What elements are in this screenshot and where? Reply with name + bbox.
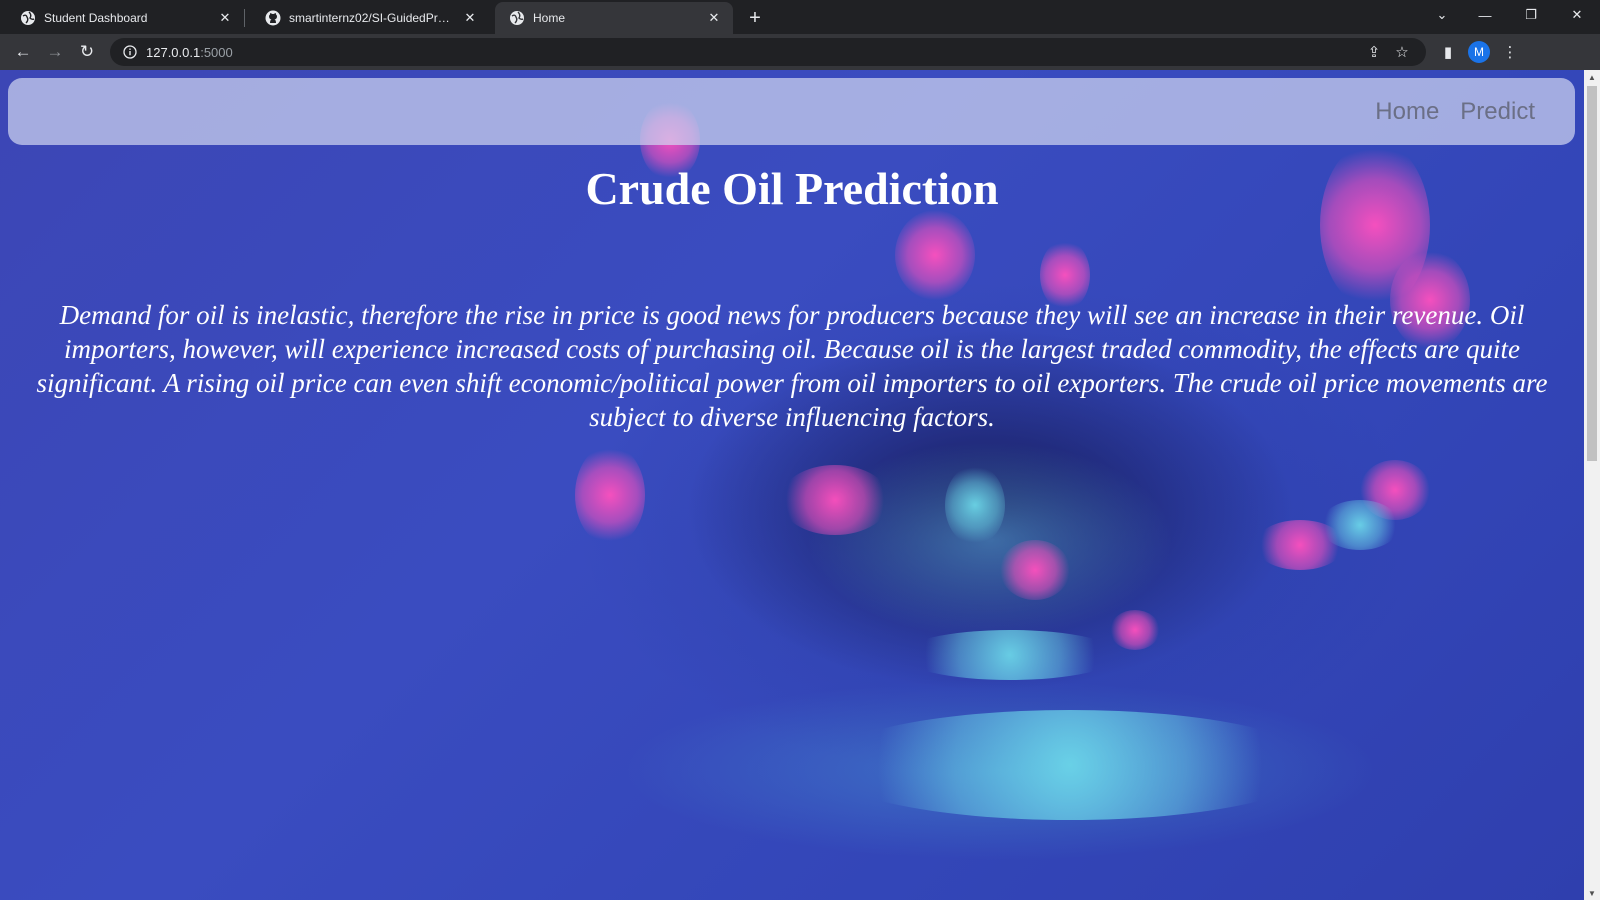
menu-kebab-icon[interactable]: ⋮ [1496,40,1524,64]
flame-spot [820,710,1320,820]
bookmark-star-icon[interactable]: ☆ [1388,40,1416,64]
address-bar[interactable]: 127.0.0.1 :5000 ⇪ ☆ [110,38,1426,66]
new-tab-button[interactable]: + [741,4,769,32]
tab-home[interactable]: Home ✕ [495,2,733,34]
url-port: :5000 [200,44,233,60]
side-panel-icon[interactable]: ▮ [1434,40,1462,64]
flame-spot [1320,500,1400,550]
nav-link-home[interactable]: Home [1375,98,1439,126]
tab-close-icon[interactable]: ✕ [461,9,479,27]
globe-icon [20,10,36,26]
restore-button[interactable]: ❐ [1508,0,1554,30]
tab-title: smartinternz02/SI-GuidedProject [289,11,455,25]
close-window-button[interactable]: ✕ [1554,0,1600,30]
page-viewport: Home Predict Crude Oil Prediction Demand… [0,70,1600,900]
site-navbar: Home Predict [8,78,1575,145]
flame-spot [1000,540,1070,600]
scroll-thumb[interactable] [1587,86,1597,461]
scroll-up-icon[interactable]: ▲ [1584,70,1600,84]
tab-title: Home [533,11,566,25]
tab-github-project[interactable]: smartinternz02/SI-GuidedProject ✕ [251,2,489,34]
intro-paragraph: Demand for oil is inelastic, therefore t… [36,300,1548,432]
tab-strip: Student Dashboard ✕ smartinternz02/SI-Gu… [0,0,1600,34]
tab-separator [244,9,245,27]
tab-title: Student Dashboard [44,11,148,25]
tab-search-icon[interactable]: ⌄ [1422,0,1462,30]
scroll-down-icon[interactable]: ▼ [1584,886,1600,900]
flame-spot [895,210,975,300]
tab-close-icon[interactable]: ✕ [705,9,723,27]
tab-student-dashboard[interactable]: Student Dashboard ✕ [6,2,244,34]
url-host: 127.0.0.1 [146,44,201,60]
nav-link-predict[interactable]: Predict [1460,98,1535,126]
globe-icon [509,10,525,26]
github-icon [265,10,281,26]
site-info-icon[interactable] [122,44,138,60]
flame-spot [575,445,645,545]
flame-spot [780,465,890,535]
vertical-scrollbar[interactable]: ▲ ▼ [1584,70,1600,900]
flame-spot [900,630,1120,680]
back-button[interactable]: ← [8,37,38,67]
minimize-button[interactable]: — [1462,0,1508,30]
profile-avatar[interactable]: M [1468,41,1490,63]
flame-spot [1110,610,1160,650]
forward-button[interactable]: → [40,37,70,67]
reload-button[interactable]: ↻ [72,37,102,67]
page-title: Crude Oil Prediction [585,163,999,214]
flame-spot [945,465,1005,545]
window-controls: ⌄ — ❐ ✕ [1422,0,1600,30]
share-icon[interactable]: ⇪ [1360,40,1388,64]
tab-close-icon[interactable]: ✕ [216,9,234,27]
browser-toolbar: ← → ↻ 127.0.0.1 :5000 ⇪ ☆ ▮ M ⋮ [0,34,1600,70]
